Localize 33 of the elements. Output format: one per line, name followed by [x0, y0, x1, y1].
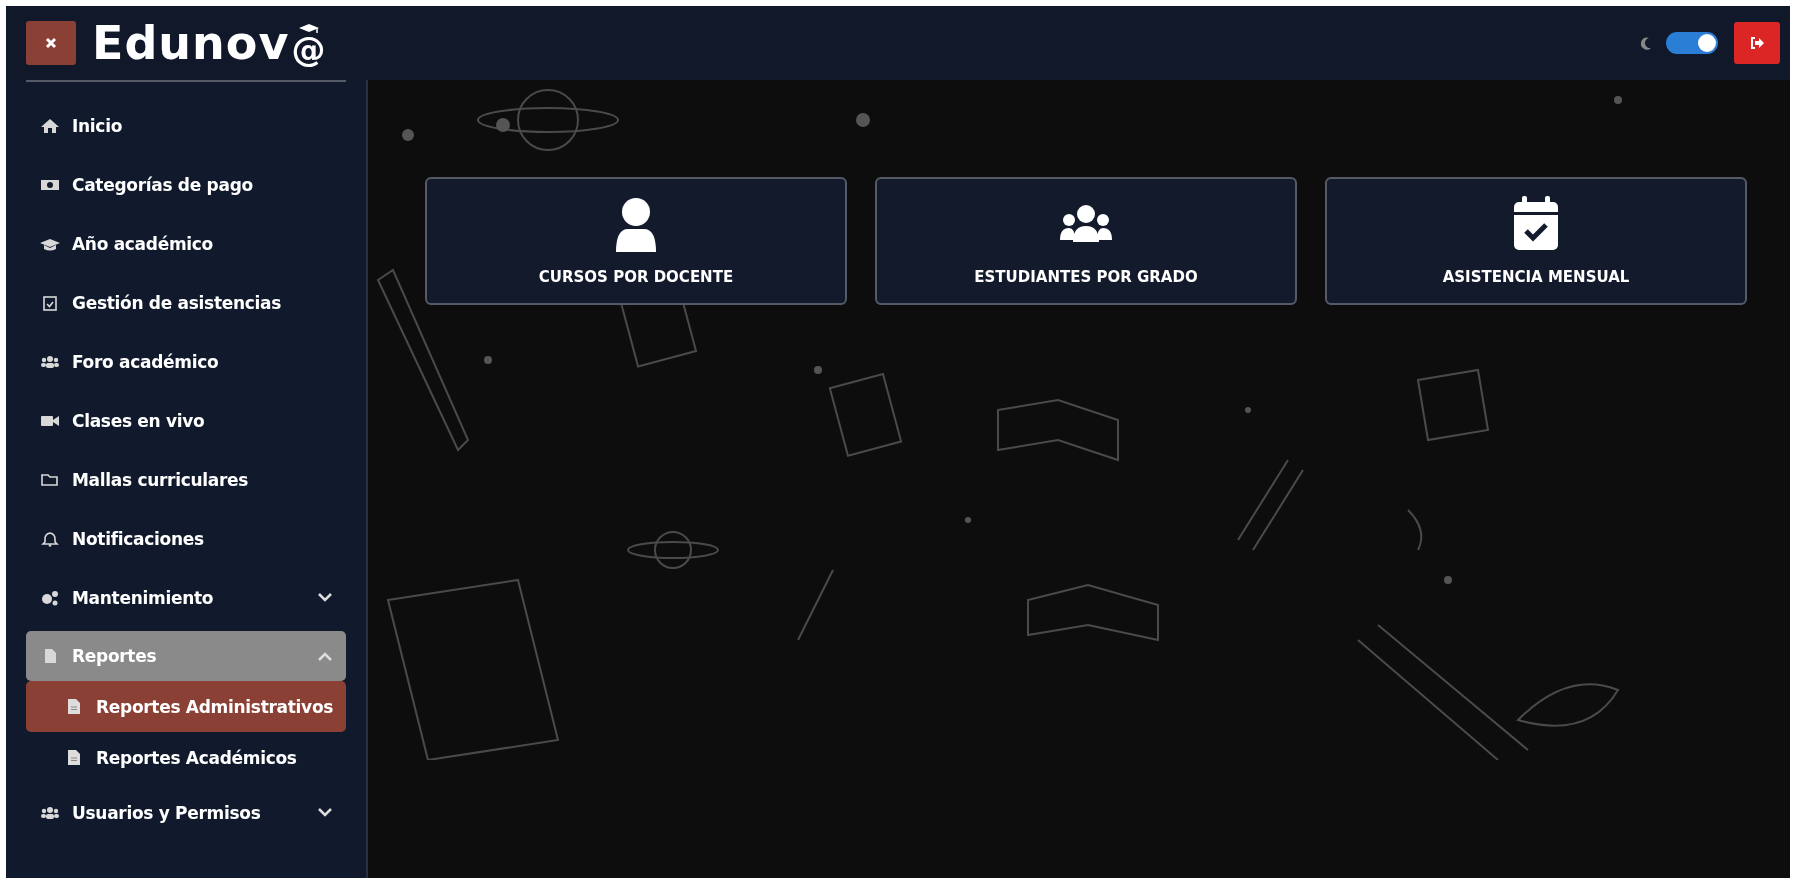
report-card[interactable]: CURSOS POR DOCENTE [425, 177, 847, 305]
close-icon [45, 37, 57, 49]
report-card[interactable]: ASISTENCIA MENSUAL [1325, 177, 1747, 305]
logo: Edunov@ [92, 20, 327, 66]
chevron-up-icon [318, 651, 332, 661]
chevron-down-icon [318, 808, 332, 817]
logout-icon [1750, 37, 1764, 49]
sidebar-item[interactable]: Mantenimiento [26, 568, 346, 627]
sidebar-item[interactable]: Foro académico [26, 332, 346, 391]
sidebar-item[interactable]: Usuarios y Permisos [26, 783, 346, 842]
moon-icon [1641, 36, 1652, 50]
sidebar-item[interactable]: Clases en vivo [26, 391, 346, 450]
document-icon [68, 699, 80, 714]
sidebar-item[interactable]: Categorías de pago [26, 155, 346, 214]
report-card[interactable]: ESTUDIANTES POR GRADO [875, 177, 1297, 305]
sidebar-item[interactable]: Gestión de asistencias [26, 273, 346, 332]
home-icon [40, 117, 60, 134]
sidebar-subitem[interactable]: Reportes Administrativos [26, 681, 346, 732]
sidebar-subitem[interactable]: Reportes Académicos [26, 732, 346, 783]
theme-toggle[interactable] [1666, 32, 1718, 54]
users-icon [40, 353, 60, 370]
document-icon [68, 750, 80, 765]
sidebar-item[interactable]: Mallas curriculares [26, 450, 346, 509]
calendar-check-icon [40, 294, 60, 311]
sidebar-item[interactable]: Inicio [26, 96, 346, 155]
chevron-down-icon [318, 593, 332, 602]
folder-icon [40, 471, 60, 488]
close-button[interactable] [26, 21, 76, 65]
sidebar-item[interactable]: Año académico [26, 214, 346, 273]
bell-icon [40, 530, 60, 547]
sidebar-item[interactable]: Notificaciones [26, 509, 346, 568]
users-icon [40, 804, 60, 821]
logout-button[interactable] [1734, 22, 1780, 64]
